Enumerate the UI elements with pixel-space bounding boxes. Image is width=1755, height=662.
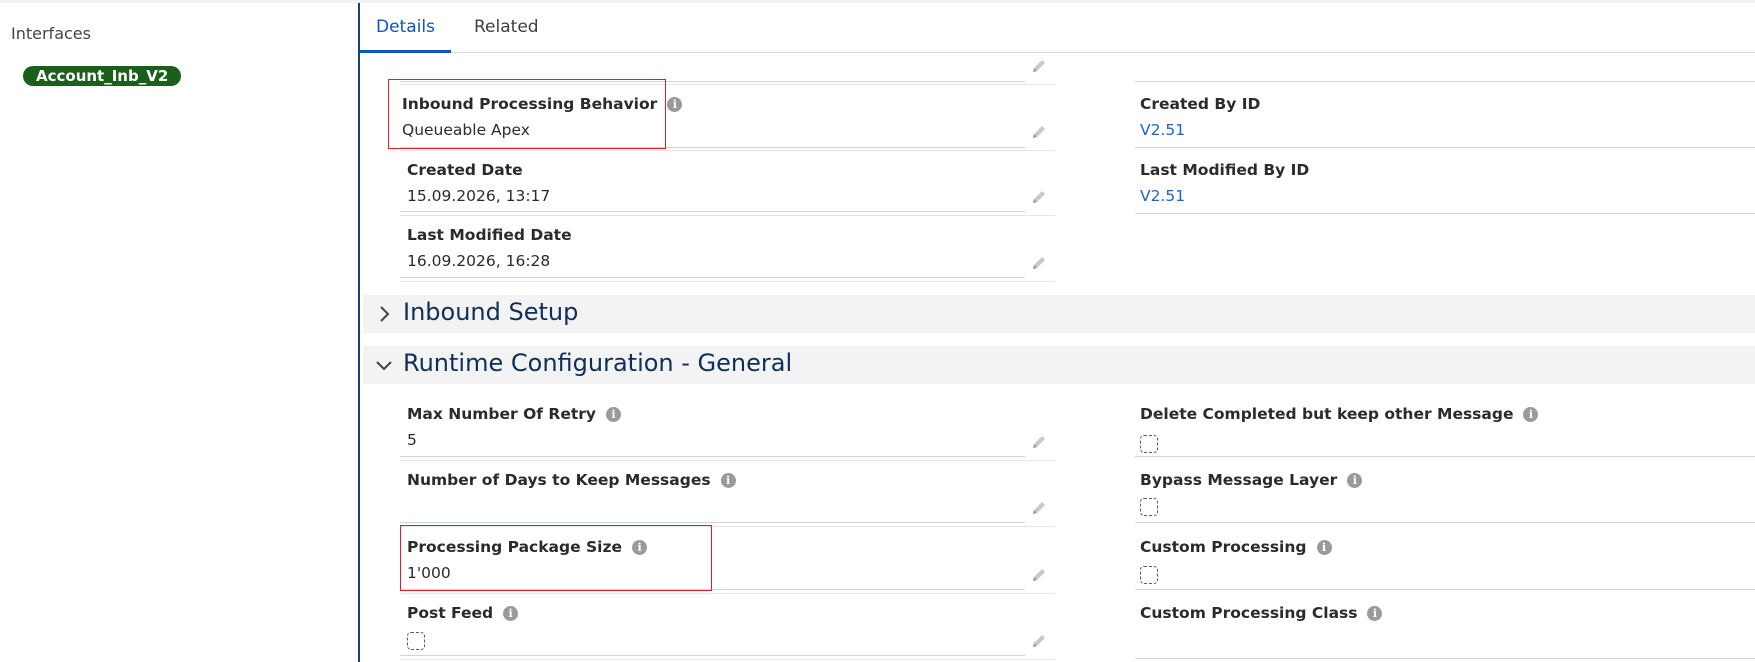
field-divider	[1135, 456, 1755, 457]
field-divider	[400, 460, 1055, 461]
field-value: 16.09.2026, 16:28	[407, 252, 551, 270]
field-divider	[400, 456, 1025, 457]
tab-bar: Details Related	[360, 3, 1755, 53]
field-label: Last Modified By ID	[1140, 161, 1310, 179]
highlight-box	[400, 525, 712, 591]
created-by-link[interactable]: V2.51	[1140, 121, 1185, 139]
custom-processing-checkbox[interactable]	[1140, 566, 1158, 584]
field-created-by-id: Created By ID V2.51	[1140, 95, 1740, 155]
field-value: 5	[407, 431, 417, 449]
info-icon[interactable]: i	[1367, 606, 1383, 621]
field-divider	[400, 655, 1025, 656]
field-divider	[400, 150, 1055, 151]
field-label: Custom Processing Class	[1140, 604, 1358, 622]
bypass-layer-checkbox[interactable]	[1140, 498, 1158, 516]
field-label: Bypass Message Layer	[1140, 471, 1338, 489]
field-divider	[400, 522, 1025, 523]
info-icon[interactable]: i	[606, 407, 622, 422]
field-label: Created Date	[407, 161, 523, 179]
field-divider	[1135, 147, 1755, 148]
info-icon[interactable]: i	[667, 97, 683, 112]
info-icon[interactable]: i	[503, 606, 519, 621]
field-divider	[400, 659, 1055, 660]
field-divider	[400, 281, 1055, 282]
sidebar-divider	[358, 3, 360, 662]
info-icon[interactable]: i	[1523, 407, 1539, 422]
pencil-icon[interactable]	[1030, 188, 1048, 206]
pencil-icon[interactable]	[1030, 632, 1048, 650]
tab-details[interactable]: Details	[360, 3, 451, 53]
field-divider	[1135, 589, 1755, 590]
post-feed-checkbox[interactable]	[407, 632, 425, 650]
field-label: Max Number Of Retry	[407, 405, 597, 423]
section-runtime-general[interactable]: Runtime Configuration - General	[363, 346, 1755, 384]
field-divider	[400, 211, 1025, 212]
field-divider	[1135, 658, 1755, 659]
info-icon[interactable]: i	[1347, 473, 1363, 488]
chevron-down-icon	[376, 361, 392, 371]
field-divider	[400, 593, 1055, 594]
field-divider	[400, 215, 1055, 216]
field-post-feed: Post Feed i	[407, 604, 1007, 662]
field-label: Number of Days to Keep Messages	[407, 471, 711, 489]
pencil-icon[interactable]	[1030, 499, 1048, 517]
field-label: Post Feed	[407, 604, 494, 622]
field-custom-processing-class: Custom Processing Class i	[1140, 604, 1740, 662]
field-label: Last Modified Date	[407, 226, 572, 244]
field-divider	[1135, 81, 1755, 82]
pencil-icon[interactable]	[1030, 57, 1048, 75]
info-icon[interactable]: i	[720, 473, 736, 488]
highlight-box	[388, 79, 666, 149]
last-modified-by-link[interactable]: V2.51	[1140, 187, 1185, 205]
pencil-icon[interactable]	[1030, 433, 1048, 451]
section-inbound-setup[interactable]: Inbound Setup	[363, 295, 1755, 333]
field-divider	[400, 277, 1025, 278]
field-label: Delete Completed but keep other Message	[1140, 405, 1514, 423]
sidebar: Interfaces Account_Inb_V2	[0, 3, 358, 662]
pencil-icon[interactable]	[1030, 254, 1048, 272]
field-label: Custom Processing	[1140, 538, 1307, 556]
field-divider	[1135, 522, 1755, 523]
field-created-date: Created Date 15.09.2026, 13:17	[407, 161, 1007, 221]
tab-related[interactable]: Related	[458, 3, 555, 53]
section-title: Inbound Setup	[403, 298, 579, 326]
info-icon[interactable]: i	[1316, 540, 1332, 555]
record-badge[interactable]: Account_Inb_V2	[23, 66, 182, 86]
field-value: 15.09.2026, 13:17	[407, 187, 551, 205]
field-label: Created By ID	[1140, 95, 1261, 113]
section-title: Runtime Configuration - General	[403, 349, 793, 377]
pencil-icon[interactable]	[1030, 566, 1048, 584]
chevron-right-icon	[380, 306, 390, 322]
delete-completed-checkbox[interactable]	[1140, 435, 1158, 453]
pencil-icon[interactable]	[1030, 123, 1048, 141]
field-last-modified-by-id: Last Modified By ID V2.51	[1140, 161, 1740, 221]
sidebar-title: Interfaces	[11, 24, 91, 43]
field-divider	[1135, 213, 1755, 214]
